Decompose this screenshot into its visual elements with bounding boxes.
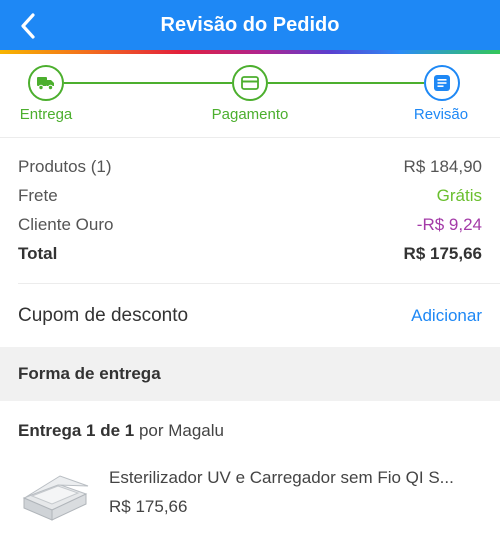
total-value: R$ 175,66: [403, 244, 482, 263]
divider: [18, 283, 500, 284]
summary-row-products: Produtos (1) R$ 184,90: [18, 155, 482, 179]
coupon-label: Cupom de desconto: [18, 305, 189, 326]
coupon-row: Cupom de desconto Adicionar: [18, 300, 482, 332]
step-label-revisao: Revisão: [413, 106, 469, 123]
products-value: R$ 184,90: [403, 157, 482, 176]
shipping-value: Grátis: [436, 186, 482, 205]
summary-row-total: Total R$ 175,66: [18, 242, 482, 266]
delivery-count: Entrega 1 de 1: [18, 421, 135, 440]
total-label: Total: [18, 244, 58, 263]
truck-icon: [37, 77, 54, 90]
gold-label: Cliente Ouro: [18, 215, 114, 234]
product-price: R$ 175,66: [109, 497, 188, 516]
step-label-entrega: Entrega: [19, 106, 73, 123]
step-connector: [64, 82, 232, 84]
summary-row-shipping: Frete Grátis: [18, 184, 482, 208]
step-label-pagamento: Pagamento: [211, 106, 289, 123]
checkout-stepper: Entrega Pagamento Revisão: [0, 54, 500, 138]
product-name: Esterilizador UV e Carregador sem Fio QI…: [109, 468, 454, 487]
summary-row-gold-discount: Cliente Ouro -R$ 9,24: [18, 213, 482, 237]
products-label: Produtos (1): [18, 157, 112, 176]
uv-sterilizer-case-image: [22, 475, 89, 521]
delivery-section-title: Forma de entrega: [18, 364, 161, 383]
credit-card-icon: [241, 76, 259, 90]
delivery-seller: por Magalu: [134, 421, 224, 440]
delivery-section-header: Forma de entrega: [0, 347, 500, 401]
top-app-bar: Revisão do Pedido: [0, 0, 500, 52]
delivery-info: Entrega 1 de 1 por Magalu: [18, 421, 224, 441]
product-item[interactable]: Esterilizador UV e Carregador sem Fio QI…: [18, 462, 482, 536]
page-title: Revisão do Pedido: [160, 14, 340, 36]
document-icon: [434, 75, 450, 91]
add-coupon-link[interactable]: Adicionar: [411, 306, 482, 326]
step-revisao[interactable]: [424, 65, 460, 101]
step-pagamento[interactable]: [232, 65, 268, 101]
gold-value: -R$ 9,24: [416, 215, 482, 234]
step-connector: [268, 82, 424, 84]
shipping-label: Frete: [18, 186, 58, 205]
step-entrega[interactable]: [28, 65, 64, 101]
